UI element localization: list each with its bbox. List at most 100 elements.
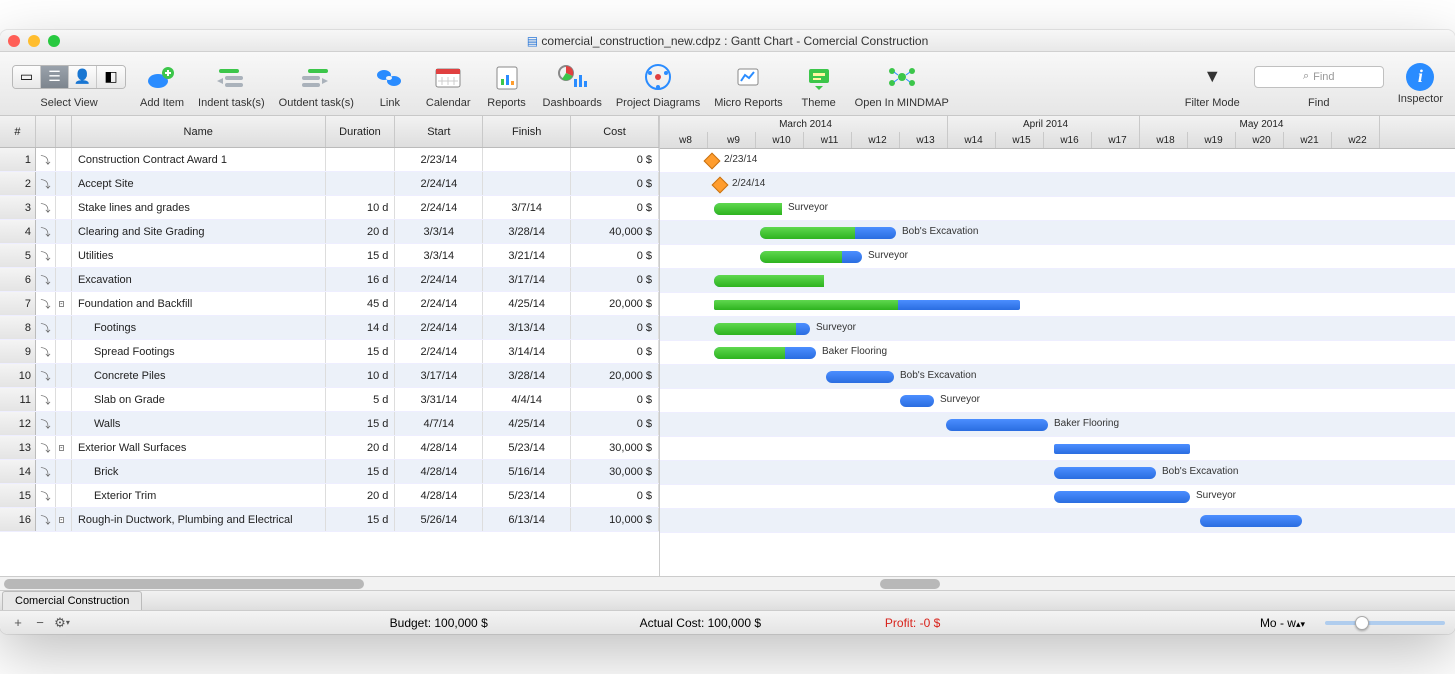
- task-name-cell[interactable]: Clearing and Site Grading: [72, 220, 326, 243]
- finish-cell[interactable]: 3/21/14: [483, 244, 571, 267]
- gantt-row[interactable]: Bob's Excavation: [660, 221, 1455, 245]
- table-row[interactable]: 9⤵Spread Footings15 d2/24/143/14/140 $: [0, 340, 659, 364]
- reports-button[interactable]: [485, 59, 529, 95]
- gantt-row[interactable]: Bob's Excavation: [660, 365, 1455, 389]
- expand-toggle[interactable]: [56, 220, 72, 243]
- zoom-button[interactable]: [48, 35, 60, 47]
- expand-toggle[interactable]: [56, 484, 72, 507]
- view-list-icon[interactable]: ▭: [13, 66, 41, 88]
- finish-cell[interactable]: 3/28/14: [483, 220, 571, 243]
- theme-button[interactable]: [797, 59, 841, 95]
- col-num[interactable]: #: [0, 116, 36, 147]
- start-cell[interactable]: 2/24/14: [395, 292, 483, 315]
- indent-button[interactable]: [209, 59, 253, 95]
- task-bar[interactable]: [900, 395, 934, 407]
- finish-cell[interactable]: 5/16/14: [483, 460, 571, 483]
- finish-cell[interactable]: 4/25/14: [483, 292, 571, 315]
- duration-cell[interactable]: 20 d: [326, 220, 396, 243]
- task-bar[interactable]: [1054, 467, 1156, 479]
- finish-cell[interactable]: 3/13/14: [483, 316, 571, 339]
- gantt-row[interactable]: Surveyor: [660, 485, 1455, 509]
- link-icon[interactable]: ⤵: [36, 388, 56, 411]
- table-row[interactable]: 15⤵Exterior Trim20 d4/28/145/23/140 $: [0, 484, 659, 508]
- table-row[interactable]: 10⤵Concrete Piles10 d3/17/143/28/1420,00…: [0, 364, 659, 388]
- expand-toggle[interactable]: [56, 412, 72, 435]
- link-icon[interactable]: ⤵: [36, 148, 56, 171]
- expand-toggle[interactable]: [56, 460, 72, 483]
- calendar-button[interactable]: [426, 59, 470, 95]
- task-bar[interactable]: [760, 251, 862, 263]
- cost-cell[interactable]: 20,000 $: [571, 292, 659, 315]
- finish-cell[interactable]: 6/13/14: [483, 508, 571, 531]
- cost-cell[interactable]: 0 $: [571, 412, 659, 435]
- table-row[interactable]: 2⤵Accept Site2/24/140 $: [0, 172, 659, 196]
- task-name-cell[interactable]: Walls: [72, 412, 326, 435]
- table-row[interactable]: 5⤵Utilities15 d3/3/143/21/140 $: [0, 244, 659, 268]
- task-name-cell[interactable]: Exterior Trim: [72, 484, 326, 507]
- link-icon[interactable]: ⤵: [36, 244, 56, 267]
- col-finish[interactable]: Finish: [483, 116, 571, 147]
- cost-cell[interactable]: 0 $: [571, 316, 659, 339]
- finish-cell[interactable]: 3/17/14: [483, 268, 571, 291]
- expand-toggle[interactable]: [56, 172, 72, 195]
- cost-cell[interactable]: 0 $: [571, 244, 659, 267]
- view-resource-icon[interactable]: 👤: [69, 66, 97, 88]
- cost-cell[interactable]: 30,000 $: [571, 436, 659, 459]
- gantt-row[interactable]: [660, 437, 1455, 461]
- gantt-row[interactable]: [660, 293, 1455, 317]
- task-name-cell[interactable]: Footings: [72, 316, 326, 339]
- start-cell[interactable]: 2/24/14: [395, 172, 483, 195]
- gantt-row[interactable]: Surveyor: [660, 317, 1455, 341]
- link-icon[interactable]: ⤵: [36, 484, 56, 507]
- find-input[interactable]: ⌕ Find: [1254, 66, 1384, 88]
- table-row[interactable]: 12⤵Walls15 d4/7/144/25/140 $: [0, 412, 659, 436]
- expand-toggle[interactable]: [56, 196, 72, 219]
- expand-toggle[interactable]: [56, 364, 72, 387]
- finish-cell[interactable]: 4/4/14: [483, 388, 571, 411]
- duration-cell[interactable]: 10 d: [326, 364, 396, 387]
- titlebar[interactable]: ▤ comercial_construction_new.cdpz : Gant…: [0, 30, 1455, 52]
- task-bar[interactable]: [760, 227, 896, 239]
- col-start[interactable]: Start: [395, 116, 483, 147]
- add-item-button[interactable]: [140, 59, 184, 95]
- table-row[interactable]: 4⤵Clearing and Site Grading20 d3/3/143/2…: [0, 220, 659, 244]
- task-name-cell[interactable]: Foundation and Backfill: [72, 292, 326, 315]
- start-cell[interactable]: 3/17/14: [395, 364, 483, 387]
- start-cell[interactable]: 2/24/14: [395, 316, 483, 339]
- duration-cell[interactable]: 15 d: [326, 460, 396, 483]
- start-cell[interactable]: 2/24/14: [395, 340, 483, 363]
- start-cell[interactable]: 3/3/14: [395, 244, 483, 267]
- cost-cell[interactable]: 0 $: [571, 484, 659, 507]
- cost-cell[interactable]: 20,000 $: [571, 364, 659, 387]
- expand-toggle[interactable]: [56, 388, 72, 411]
- table-row[interactable]: 6⤵Excavation16 d2/24/143/17/140 $: [0, 268, 659, 292]
- summary-bar[interactable]: [1054, 444, 1190, 454]
- task-bar[interactable]: [714, 203, 782, 215]
- task-bar[interactable]: [714, 275, 824, 287]
- duration-cell[interactable]: [326, 148, 396, 171]
- finish-cell[interactable]: 4/25/14: [483, 412, 571, 435]
- link-icon[interactable]: ⤵: [36, 412, 56, 435]
- table-row[interactable]: 1⤵Construction Contract Award 12/23/140 …: [0, 148, 659, 172]
- cost-cell[interactable]: 40,000 $: [571, 220, 659, 243]
- minimize-button[interactable]: [28, 35, 40, 47]
- zoom-slider[interactable]: [1325, 621, 1445, 625]
- task-name-cell[interactable]: Construction Contract Award 1: [72, 148, 326, 171]
- start-cell[interactable]: 4/7/14: [395, 412, 483, 435]
- link-icon[interactable]: ⤵: [36, 364, 56, 387]
- sheet-tab[interactable]: Comercial Construction: [2, 591, 142, 610]
- close-button[interactable]: [8, 35, 20, 47]
- milestone-icon[interactable]: [704, 153, 721, 170]
- table-row[interactable]: 3⤵Stake lines and grades10 d2/24/143/7/1…: [0, 196, 659, 220]
- finish-cell[interactable]: 3/14/14: [483, 340, 571, 363]
- expand-toggle[interactable]: [56, 244, 72, 267]
- table-row[interactable]: 8⤵Footings14 d2/24/143/13/140 $: [0, 316, 659, 340]
- expand-toggle[interactable]: [56, 316, 72, 339]
- link-icon[interactable]: ⤵: [36, 460, 56, 483]
- zoom-knob[interactable]: [1355, 616, 1369, 630]
- duration-cell[interactable]: 15 d: [326, 412, 396, 435]
- duration-cell[interactable]: 15 d: [326, 340, 396, 363]
- finish-cell[interactable]: [483, 148, 571, 171]
- gantt-row[interactable]: Surveyor: [660, 245, 1455, 269]
- link-icon[interactable]: ⤵: [36, 268, 56, 291]
